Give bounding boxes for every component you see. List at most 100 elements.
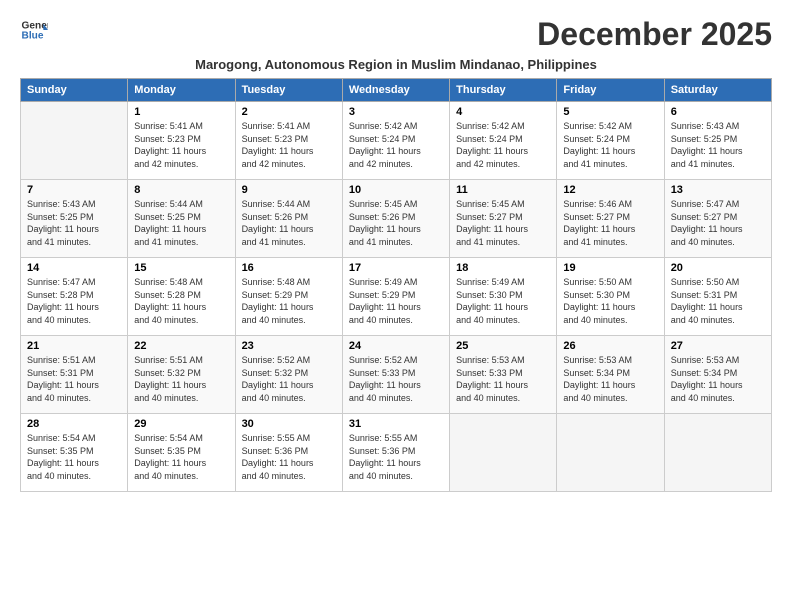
day-info: Sunrise: 5:51 AMSunset: 5:31 PMDaylight:… <box>27 354 121 404</box>
day-number: 17 <box>349 262 443 274</box>
calendar-cell: 4 Sunrise: 5:42 AMSunset: 5:24 PMDaylight… <box>450 102 557 180</box>
calendar-cell: 11 Sunrise: 5:45 AMSunset: 5:27 PMDayligh… <box>450 180 557 258</box>
calendar-cell: 14Sunrise: 5:47 AMSunset: 5:28 PMDayligh… <box>21 258 128 336</box>
day-info: Sunrise: 5:53 AMSunset: 5:34 PMDaylight:… <box>563 354 657 404</box>
calendar-cell: 19 Sunrise: 5:50 AMSunset: 5:30 PMDayligh… <box>557 258 664 336</box>
day-info: Sunrise: 5:42 AMSunset: 5:24 PMDaylight:… <box>563 120 657 170</box>
day-number: 13 <box>671 184 765 196</box>
day-info: Sunrise: 5:44 AMSunset: 5:26 PMDaylight:… <box>242 198 336 248</box>
month-title: December 2025 <box>537 16 772 53</box>
svg-text:Blue: Blue <box>22 31 44 42</box>
calendar-cell: 5 Sunrise: 5:42 AMSunset: 5:24 PMDaylight… <box>557 102 664 180</box>
day-number: 27 <box>671 340 765 352</box>
day-info: Sunrise: 5:51 AMSunset: 5:32 PMDaylight:… <box>134 354 228 404</box>
day-info: Sunrise: 5:52 AMSunset: 5:33 PMDaylight:… <box>349 354 443 404</box>
day-info: Sunrise: 5:45 AMSunset: 5:27 PMDaylight:… <box>456 198 550 248</box>
day-number: 30 <box>242 418 336 430</box>
day-number: 7 <box>27 184 121 196</box>
day-info: Sunrise: 5:48 AMSunset: 5:28 PMDaylight:… <box>134 276 228 326</box>
day-number: 5 <box>563 106 657 118</box>
calendar-cell: 25 Sunrise: 5:53 AMSunset: 5:33 PMDayligh… <box>450 336 557 414</box>
day-number: 15 <box>134 262 228 274</box>
day-number: 11 <box>456 184 550 196</box>
week-row-4: 28 Sunrise: 5:54 AMSunset: 5:35 PMDayligh… <box>21 414 772 492</box>
calendar-cell: 3 Sunrise: 5:42 AMSunset: 5:24 PMDaylight… <box>342 102 449 180</box>
day-info: Sunrise: 5:47 AMSunset: 5:27 PMDaylight:… <box>671 198 765 248</box>
calendar-cell: 20 Sunrise: 5:50 AMSunset: 5:31 PMDayligh… <box>664 258 771 336</box>
day-info: Sunrise: 5:41 AMSunset: 5:23 PMDaylight:… <box>134 120 228 170</box>
day-number: 6 <box>671 106 765 118</box>
day-info: Sunrise: 5:55 AMSunset: 5:36 PMDaylight:… <box>349 432 443 482</box>
day-number: 28 <box>27 418 121 430</box>
day-info: Sunrise: 5:42 AMSunset: 5:24 PMDaylight:… <box>349 120 443 170</box>
day-info: Sunrise: 5:50 AMSunset: 5:30 PMDaylight:… <box>563 276 657 326</box>
day-info: Sunrise: 5:43 AMSunset: 5:25 PMDaylight:… <box>27 198 121 248</box>
calendar-cell: 23Sunrise: 5:52 AMSunset: 5:32 PMDayligh… <box>235 336 342 414</box>
day-number: 24 <box>349 340 443 352</box>
day-number: 12 <box>563 184 657 196</box>
calendar-cell: 22 Sunrise: 5:51 AMSunset: 5:32 PMDayligh… <box>128 336 235 414</box>
calendar-cell: 12 Sunrise: 5:46 AMSunset: 5:27 PMDayligh… <box>557 180 664 258</box>
day-info: Sunrise: 5:44 AMSunset: 5:25 PMDaylight:… <box>134 198 228 248</box>
day-info: Sunrise: 5:41 AMSunset: 5:23 PMDaylight:… <box>242 120 336 170</box>
calendar-cell: 18 Sunrise: 5:49 AMSunset: 5:30 PMDayligh… <box>450 258 557 336</box>
calendar-cell <box>21 102 128 180</box>
calendar-cell: 24 Sunrise: 5:52 AMSunset: 5:33 PMDayligh… <box>342 336 449 414</box>
day-number: 10 <box>349 184 443 196</box>
day-info: Sunrise: 5:53 AMSunset: 5:33 PMDaylight:… <box>456 354 550 404</box>
day-info: Sunrise: 5:50 AMSunset: 5:31 PMDaylight:… <box>671 276 765 326</box>
day-number: 25 <box>456 340 550 352</box>
day-number: 18 <box>456 262 550 274</box>
calendar-cell: 9Sunrise: 5:44 AMSunset: 5:26 PMDaylight… <box>235 180 342 258</box>
calendar-table: SundayMondayTuesdayWednesdayThursdayFrid… <box>20 78 772 492</box>
calendar-cell <box>664 414 771 492</box>
day-number: 4 <box>456 106 550 118</box>
day-info: Sunrise: 5:54 AMSunset: 5:35 PMDaylight:… <box>27 432 121 482</box>
calendar-cell: 6 Sunrise: 5:43 AMSunset: 5:25 PMDaylight… <box>664 102 771 180</box>
day-info: Sunrise: 5:42 AMSunset: 5:24 PMDaylight:… <box>456 120 550 170</box>
header: General Blue December 2025 <box>20 16 772 53</box>
day-number: 1 <box>134 106 228 118</box>
day-number: 29 <box>134 418 228 430</box>
day-number: 19 <box>563 262 657 274</box>
day-number: 3 <box>349 106 443 118</box>
calendar-cell: 2 Sunrise: 5:41 AMSunset: 5:23 PMDaylight… <box>235 102 342 180</box>
day-number: 26 <box>563 340 657 352</box>
col-header-monday: Monday <box>128 79 235 102</box>
calendar-cell: 26 Sunrise: 5:53 AMSunset: 5:34 PMDayligh… <box>557 336 664 414</box>
col-header-thursday: Thursday <box>450 79 557 102</box>
day-number: 22 <box>134 340 228 352</box>
calendar-cell: 15 Sunrise: 5:48 AMSunset: 5:28 PMDayligh… <box>128 258 235 336</box>
col-header-sunday: Sunday <box>21 79 128 102</box>
day-info: Sunrise: 5:49 AMSunset: 5:30 PMDaylight:… <box>456 276 550 326</box>
day-number: 21 <box>27 340 121 352</box>
header-row: SundayMondayTuesdayWednesdayThursdayFrid… <box>21 79 772 102</box>
calendar-cell: 7 Sunrise: 5:43 AMSunset: 5:25 PMDaylight… <box>21 180 128 258</box>
day-info: Sunrise: 5:45 AMSunset: 5:26 PMDaylight:… <box>349 198 443 248</box>
day-info: Sunrise: 5:43 AMSunset: 5:25 PMDaylight:… <box>671 120 765 170</box>
day-info: Sunrise: 5:47 AMSunset: 5:28 PMDaylight:… <box>27 276 121 326</box>
col-header-saturday: Saturday <box>664 79 771 102</box>
day-number: 2 <box>242 106 336 118</box>
calendar-cell: 1 Sunrise: 5:41 AMSunset: 5:23 PMDaylight… <box>128 102 235 180</box>
calendar-cell: 28 Sunrise: 5:54 AMSunset: 5:35 PMDayligh… <box>21 414 128 492</box>
day-info: Sunrise: 5:46 AMSunset: 5:27 PMDaylight:… <box>563 198 657 248</box>
day-info: Sunrise: 5:49 AMSunset: 5:29 PMDaylight:… <box>349 276 443 326</box>
day-number: 8 <box>134 184 228 196</box>
col-header-wednesday: Wednesday <box>342 79 449 102</box>
day-number: 31 <box>349 418 443 430</box>
page: General Blue December 2025 Marogong, Aut… <box>0 0 792 504</box>
week-row-3: 21 Sunrise: 5:51 AMSunset: 5:31 PMDayligh… <box>21 336 772 414</box>
week-row-2: 14Sunrise: 5:47 AMSunset: 5:28 PMDayligh… <box>21 258 772 336</box>
logo: General Blue <box>20 16 48 44</box>
calendar-cell <box>557 414 664 492</box>
calendar-cell: 21 Sunrise: 5:51 AMSunset: 5:31 PMDayligh… <box>21 336 128 414</box>
calendar-cell: 17 Sunrise: 5:49 AMSunset: 5:29 PMDayligh… <box>342 258 449 336</box>
day-number: 20 <box>671 262 765 274</box>
week-row-0: 1 Sunrise: 5:41 AMSunset: 5:23 PMDaylight… <box>21 102 772 180</box>
calendar-cell: 31 Sunrise: 5:55 AMSunset: 5:36 PMDayligh… <box>342 414 449 492</box>
day-info: Sunrise: 5:55 AMSunset: 5:36 PMDaylight:… <box>242 432 336 482</box>
col-header-friday: Friday <box>557 79 664 102</box>
calendar-cell: 30 Sunrise: 5:55 AMSunset: 5:36 PMDayligh… <box>235 414 342 492</box>
subtitle: Marogong, Autonomous Region in Muslim Mi… <box>20 57 772 72</box>
